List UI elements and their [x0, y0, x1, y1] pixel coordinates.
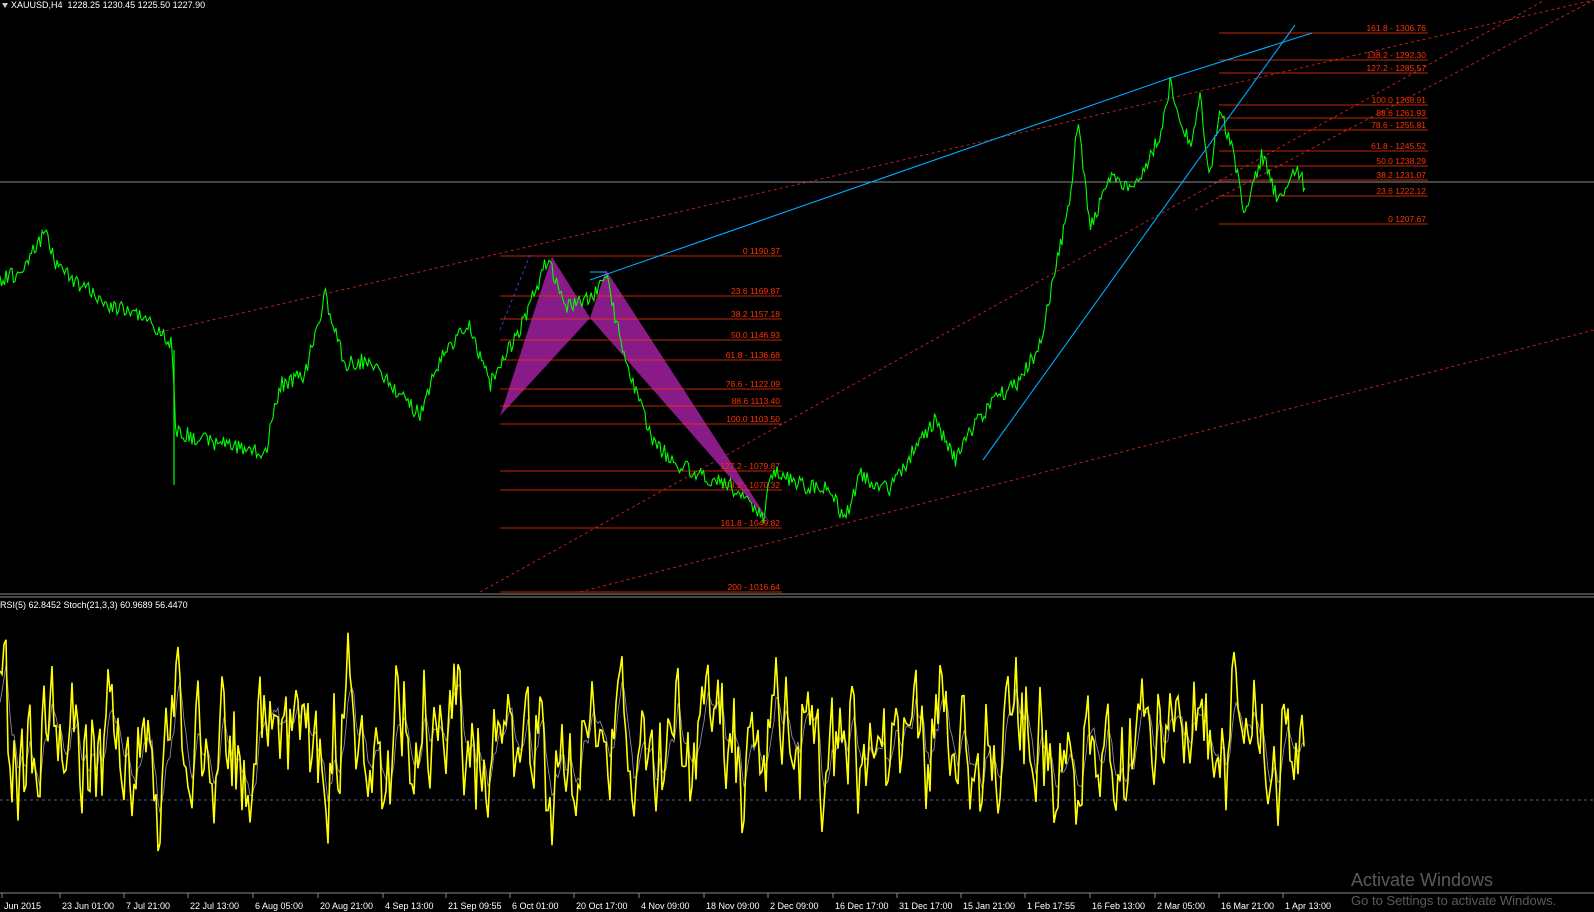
- fib-level-label: 88.6 1113.40: [732, 396, 781, 406]
- fib-level-label: 38.2 1231.07: [1376, 170, 1426, 180]
- time-axis-label: Jun 2015: [4, 901, 41, 911]
- time-axis-label: 23 Jun 01:00: [62, 901, 114, 911]
- fib-level-label: 88.6 1261.93: [1376, 108, 1426, 118]
- dashed-channel-lines[interactable]: [159, 0, 1594, 593]
- fib-level-label: 78.6 - 1122.09: [726, 379, 780, 389]
- time-axis-label: 1 Feb 17:55: [1027, 901, 1075, 911]
- time-axis-label: 20 Oct 17:00: [576, 901, 628, 911]
- pattern-triangle-xab[interactable]: [500, 257, 590, 416]
- chart-grid: [0, 181, 1594, 894]
- price-line: [0, 76, 1306, 524]
- ohlc-values: 1228.25 1230.45 1225.50 1227.90: [67, 0, 206, 10]
- activate-windows-subtitle: Go to Settings to activate Windows.: [1351, 893, 1557, 908]
- time-axis-label: 16 Feb 13:00: [1092, 901, 1145, 911]
- time-axis-label: 6 Aug 05:00: [255, 901, 303, 911]
- fib-level-label: 200 - 1016.64: [728, 582, 781, 592]
- symbol-label: XAUUSD,H4: [11, 0, 63, 10]
- blue-trend-line[interactable]: [589, 77, 1171, 281]
- fib-level-label: 61.8 - 1245.52: [1371, 141, 1426, 151]
- fib-level-label: 38.2 1157.18: [731, 309, 780, 319]
- price-series: [0, 76, 1306, 524]
- fib-level-label: 61.8 - 1136.68: [726, 350, 780, 360]
- fib-level-label: 78.6 - 1255.81: [1371, 120, 1426, 130]
- fib-level-label: 161.8 - 1049.82: [720, 518, 780, 528]
- fib-level-label: 23.6 1169.87: [731, 286, 780, 296]
- fib-level-label: 0 1190.37: [743, 246, 780, 256]
- time-axis-label: 16 Dec 17:00: [835, 901, 889, 911]
- fib-level-label: 161.8 - 1306.76: [1366, 23, 1426, 33]
- fib-level-label: 100.0 1268.91: [1372, 95, 1427, 105]
- time-axis-label: 16 Mar 21:00: [1221, 901, 1274, 911]
- fib-level-label: 100.0 1103.50: [726, 414, 780, 424]
- blue-trend-line[interactable]: [1169, 32, 1313, 79]
- fib-level-label: 23.6 1222.12: [1376, 186, 1426, 196]
- chevron-down-icon[interactable]: [2, 2, 8, 8]
- time-axis-label: 1 Apr 13:00: [1285, 901, 1331, 911]
- time-axis-label: 20 Aug 21:00: [320, 901, 373, 911]
- blue-trend-line[interactable]: [982, 24, 1296, 461]
- blue-trend-lines[interactable]: [589, 24, 1313, 461]
- time-axis-label: 22 Jul 13:00: [190, 901, 239, 911]
- fib-level-label: 127.2 - 1285.57: [1366, 63, 1426, 73]
- time-axis-label: 4 Nov 09:00: [641, 901, 690, 911]
- fib-level-label: 50.0 1238.29: [1376, 156, 1426, 166]
- indicator-label: RSI(5) 62.8452 Stoch(21,3,3) 60.9689 56.…: [0, 600, 188, 610]
- chart-header: XAUUSD,H4 1228.25 1230.45 1225.50 1227.9…: [0, 0, 205, 12]
- time-axis: Jun 2015 23 Jun 01:00 7 Jul 21:00 22 Jul 13…: [1, 893, 1331, 911]
- time-axis-label: 4 Sep 13:00: [385, 901, 434, 911]
- fib-level-label: 0 1207.67: [1388, 214, 1426, 224]
- time-axis-label: 6 Oct 01:00: [512, 901, 559, 911]
- fib-level-label: 50.0 1146.93: [731, 330, 780, 340]
- indicator-panel: [0, 632, 1305, 852]
- time-axis-label: 15 Jan 21:00: [963, 901, 1015, 911]
- fib-level-label: 138.2 - 1292.30: [1366, 50, 1426, 60]
- time-axis-label: 2 Mar 05:00: [1157, 901, 1205, 911]
- activate-windows-title: Activate Windows: [1351, 870, 1494, 890]
- time-axis-label: 21 Sep 09:55: [448, 901, 502, 911]
- rsi-line: [0, 632, 1305, 852]
- chart-canvas[interactable]: 0 1190.37 23.6 1169.87 38.2 1157.18 50.0 11…: [0, 0, 1594, 912]
- time-axis-label: 31 Dec 17:00: [899, 901, 953, 911]
- fib-level-label: 127.2 - 1079.87: [720, 461, 780, 471]
- time-axis-label: 2 Dec 09:00: [770, 901, 819, 911]
- time-axis-label: 7 Jul 21:00: [126, 901, 170, 911]
- time-axis-label: 18 Nov 09:00: [706, 901, 760, 911]
